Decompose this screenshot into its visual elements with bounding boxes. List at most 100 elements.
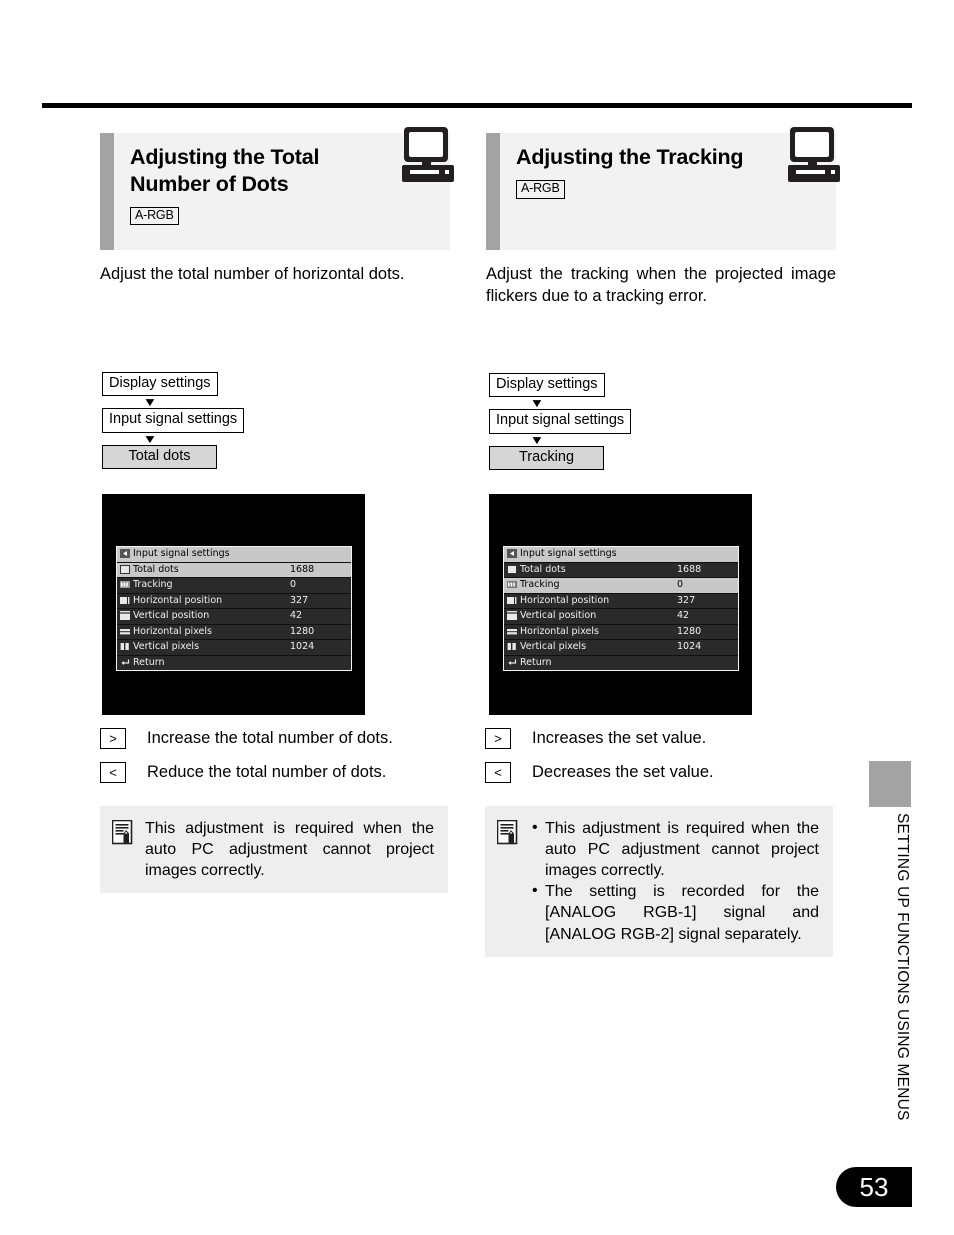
memo-note-icon [111, 819, 134, 846]
osd-row-label: Horizontal pixels [520, 625, 599, 637]
osd-row-label: Horizontal pixels [133, 625, 212, 637]
osd-row-total-dots[interactable]: Total dots 1688 [504, 561, 738, 577]
section-total-dots: Adjusting the Total Number of Dots A-RGB… [100, 127, 454, 302]
h-pixels-icon [507, 628, 517, 635]
section-intro: Adjust the total number of horizontal do… [100, 265, 405, 283]
key-instruction-text: Reduce the total number of dots. [147, 762, 387, 781]
osd-row-value: 1024 [290, 641, 315, 652]
section-accent-bar [100, 133, 114, 250]
osd-menu-title-label: Input signal settings [133, 548, 230, 559]
osd-row-horizontal-pixels[interactable]: Horizontal pixels 1280 [117, 623, 351, 639]
total-dots-icon [120, 564, 130, 574]
osd-screenshot-tracking: Input signal settings Total dots 1688 Tr… [489, 494, 752, 715]
osd-row-value: 327 [290, 594, 309, 606]
key-instruction-text: Decreases the set value. [532, 762, 714, 781]
page-number: 53 [836, 1167, 912, 1207]
v-pixels-icon [120, 643, 129, 651]
breadcrumb-arrow-icon: ▼ [529, 396, 545, 411]
osd-row-vertical-pixels[interactable]: Vertical pixels 1024 [117, 639, 351, 655]
breadcrumb-step[interactable]: Input signal settings [489, 409, 632, 434]
breadcrumb-arrow-icon: ▼ [529, 432, 545, 447]
osd-row-label: Vertical position [133, 610, 210, 621]
osd-row-tracking[interactable]: Tracking 0 [504, 577, 738, 593]
desktop-computer-icon [788, 127, 840, 182]
h-position-icon [120, 596, 130, 604]
osd-row-value: 42 [677, 610, 690, 621]
tracking-icon [120, 581, 130, 589]
osd-row-value: 327 [677, 594, 696, 606]
key-instruction-text: Increases the set value. [532, 728, 707, 747]
osd-row-label: Tracking [520, 579, 560, 590]
osd-screenshot-total-dots: Input signal settings Total dots 1688 Tr… [102, 494, 365, 715]
osd-row-horizontal-position[interactable]: Horizontal position 327 [117, 592, 351, 608]
osd-row-vertical-position[interactable]: Vertical position 42 [504, 608, 738, 624]
key-instructions-tracking: > Increases the set value. < Decreases t… [485, 728, 714, 796]
osd-menu-title: Input signal settings [117, 547, 351, 562]
breadcrumb-step-selected[interactable]: Total dots [102, 444, 217, 470]
osd-menu-title: Input signal settings [504, 547, 738, 562]
header-rule [42, 103, 912, 108]
key-instruction-text: Increase the total number of dots. [147, 728, 393, 747]
desktop-computer-icon [402, 127, 454, 182]
note-box-tracking: This adjustment is required when the aut… [485, 806, 833, 957]
breadcrumb-total-dots: Display settings ▼ Input signal settings… [102, 372, 245, 470]
breadcrumb-step[interactable]: Display settings [102, 372, 218, 397]
breadcrumb-arrow-icon: ▼ [142, 395, 158, 410]
osd-row-label: Vertical pixels [520, 641, 587, 652]
osd-row-vertical-position[interactable]: Vertical position 42 [117, 608, 351, 624]
breadcrumb-step-selected[interactable]: Tracking [489, 445, 604, 471]
signal-tag: A-RGB [130, 206, 179, 226]
tracking-icon [507, 581, 517, 589]
left-arrow-key[interactable]: < [100, 762, 126, 783]
osd-row-horizontal-position[interactable]: Horizontal position 327 [504, 592, 738, 608]
right-arrow-key[interactable]: > [485, 728, 511, 749]
section-tracking: Adjusting the Tracking A-RGB Adjust the … [486, 127, 840, 324]
osd-row-value: 1280 [290, 625, 315, 637]
return-icon [121, 659, 130, 665]
osd-row-value: 1280 [677, 625, 702, 637]
menu-return-icon [120, 549, 130, 559]
key-instruction-row: < Reduce the total number of dots. [100, 762, 393, 783]
section-header: Adjusting the Total Number of Dots A-RGB [100, 127, 454, 250]
osd-row-label: Total dots [133, 563, 179, 575]
right-arrow-key[interactable]: > [100, 728, 126, 749]
osd-menu: Input signal settings Total dots 1688 Tr… [116, 546, 352, 671]
osd-row-vertical-pixels[interactable]: Vertical pixels 1024 [504, 639, 738, 655]
osd-menu-title-label: Input signal settings [520, 548, 617, 559]
key-instruction-row: > Increases the set value. [485, 728, 714, 749]
osd-row-value: 0 [677, 579, 684, 590]
breadcrumb-step[interactable]: Display settings [489, 373, 605, 398]
osd-row-tracking[interactable]: Tracking 0 [117, 577, 351, 593]
key-instruction-row: > Increase the total number of dots. [100, 728, 393, 749]
note-body: This adjustment is required when the aut… [145, 818, 434, 881]
breadcrumb-arrow-icon: ▼ [142, 431, 158, 446]
menu-return-icon [507, 549, 517, 559]
osd-row-value: 1688 [677, 563, 702, 575]
chapter-tab-label: SETTING UP FUNCTIONS USING MENUS [894, 813, 911, 1121]
h-pixels-icon [120, 628, 130, 635]
key-instruction-row: < Decreases the set value. [485, 762, 714, 783]
osd-row-value: 0 [290, 579, 297, 590]
osd-row-return[interactable]: Return [117, 654, 351, 670]
breadcrumb-step[interactable]: Input signal settings [102, 408, 245, 433]
osd-row-label: Total dots [520, 563, 566, 575]
section-accent-bar [486, 133, 500, 250]
chapter-tab-marker [869, 761, 911, 807]
osd-row-value: 42 [290, 610, 303, 621]
key-instructions-total-dots: > Increase the total number of dots. < R… [100, 728, 393, 796]
osd-row-value: 1688 [290, 563, 315, 575]
osd-row-total-dots[interactable]: Total dots 1688 [117, 561, 351, 577]
total-dots-icon [507, 564, 517, 574]
note-body: This adjustment is required when the aut… [530, 817, 819, 945]
osd-row-label: Horizontal position [133, 594, 223, 606]
left-arrow-key[interactable]: < [485, 762, 511, 783]
osd-row-label: Vertical position [520, 610, 597, 621]
osd-row-label: Return [133, 656, 165, 668]
note-text: This adjustment is required when the aut… [145, 820, 434, 880]
osd-row-return[interactable]: Return [504, 654, 738, 670]
note-list: This adjustment is required when the aut… [530, 817, 819, 945]
osd-row-label: Vertical pixels [133, 641, 200, 652]
osd-row-horizontal-pixels[interactable]: Horizontal pixels 1280 [504, 623, 738, 639]
note-list-item: The setting is recorded for the [ANALOG … [530, 880, 819, 944]
section-header: Adjusting the Tracking A-RGB [486, 127, 840, 250]
